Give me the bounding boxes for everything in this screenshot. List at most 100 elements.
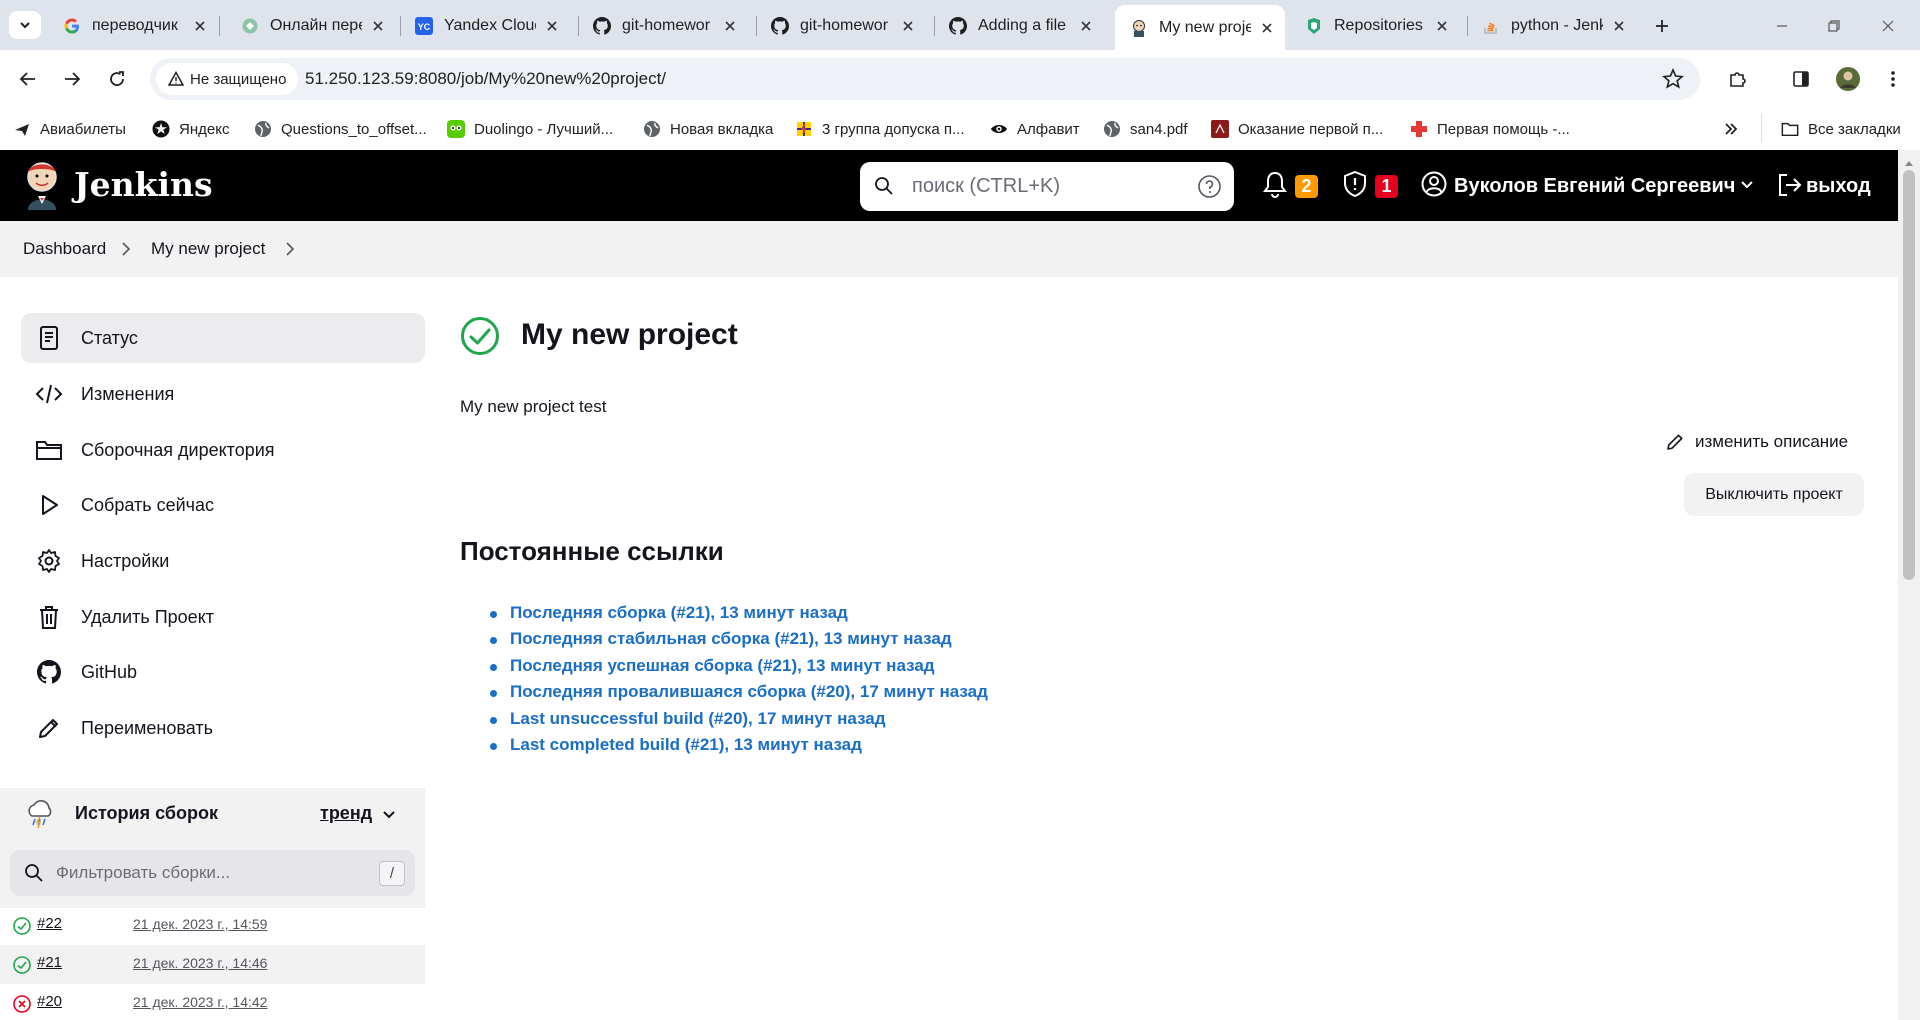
- close-icon[interactable]: [900, 18, 916, 34]
- close-icon[interactable]: [1078, 18, 1094, 34]
- breadcrumb-project[interactable]: My new project: [151, 239, 265, 259]
- sidebar-item-label: Изменения: [81, 383, 175, 404]
- notifications-badge[interactable]: 2: [1295, 175, 1318, 198]
- new-tab-button[interactable]: [1648, 12, 1676, 40]
- forward-button[interactable]: [57, 64, 87, 94]
- extensions-button[interactable]: [1722, 64, 1752, 94]
- build-number-link[interactable]: #22: [37, 915, 62, 932]
- user-name[interactable]: Вуколов Евгений Сергеевич: [1454, 175, 1735, 198]
- build-date-link[interactable]: 21 дек. 2023 г., 14:42: [133, 994, 267, 1010]
- tab-search-button[interactable]: [9, 11, 41, 39]
- more-bookmarks-button[interactable]: [1723, 116, 1739, 142]
- sidebar-item-settings[interactable]: Настройки: [21, 536, 425, 586]
- bookmark-item[interactable]: Оказание первой п...: [1211, 116, 1383, 142]
- close-icon[interactable]: [544, 18, 560, 34]
- user-icon[interactable]: [1421, 171, 1447, 202]
- back-button[interactable]: [13, 64, 43, 94]
- sidebar-item-workspace[interactable]: Сборочная директория: [21, 425, 425, 475]
- address-bar[interactable]: Не защищено 51.250.123.59:8080/job/My%20…: [150, 58, 1700, 100]
- build-date-link[interactable]: 21 дек. 2023 г., 14:59: [133, 916, 267, 932]
- build-number-link[interactable]: #20: [37, 993, 62, 1010]
- profile-button[interactable]: [1833, 64, 1863, 94]
- sidebar-item-github[interactable]: GitHub: [21, 647, 425, 697]
- sidebar-item-rename[interactable]: Переименовать: [21, 703, 425, 753]
- jenkins-title[interactable]: Jenkins: [74, 165, 213, 204]
- browser-tab[interactable]: переводчик: [48, 7, 218, 44]
- breadcrumb-dashboard[interactable]: Dashboard: [23, 239, 106, 259]
- security-indicator[interactable]: Не защищено: [156, 63, 298, 95]
- minimize-button[interactable]: [1768, 12, 1796, 40]
- url-text[interactable]: 51.250.123.59:8080/job/My%20new%20projec…: [305, 69, 666, 89]
- bookmark-item[interactable]: Duolingo - Лучший...: [447, 116, 613, 142]
- browser-tab[interactable]: git-homewor: [756, 7, 926, 44]
- bookmark-item[interactable]: Авиабилеты: [13, 116, 126, 142]
- bookmark-item[interactable]: 3 группа допуска п...: [795, 116, 965, 142]
- browser-menu-button[interactable]: [1878, 64, 1908, 94]
- permalink-last-build[interactable]: Последняя сборка (#21), 13 минут назад: [490, 603, 988, 629]
- breadcrumb: Dashboard My new project: [0, 221, 1898, 277]
- trend-link[interactable]: тренд: [320, 803, 372, 824]
- edit-description-link[interactable]: изменить описание: [1665, 432, 1848, 452]
- browser-tab[interactable]: git-homewor: [578, 7, 748, 44]
- close-window-button[interactable]: [1874, 12, 1902, 40]
- bell-icon[interactable]: [1263, 170, 1287, 203]
- scrollbar-thumb[interactable]: [1903, 170, 1915, 580]
- eye-icon: [990, 120, 1008, 138]
- sidebar-item-changes[interactable]: Изменения: [21, 369, 425, 419]
- bookmark-item[interactable]: Первая помощь -...: [1410, 116, 1570, 142]
- browser-tab[interactable]: Онлайн пере: [226, 7, 396, 44]
- search-icon: [874, 176, 894, 201]
- reload-button[interactable]: [102, 64, 132, 94]
- close-icon[interactable]: [722, 18, 738, 34]
- jenkins-logo[interactable]: [22, 160, 62, 210]
- shield-icon[interactable]: [1342, 170, 1368, 203]
- bookmark-item[interactable]: Questions_to_offset...: [254, 116, 427, 142]
- bookmark-item[interactable]: Яндекс: [152, 116, 229, 142]
- browser-tab[interactable]: YC Yandex Cloud: [400, 7, 570, 44]
- chevron-right-icon[interactable]: [284, 241, 296, 262]
- permalink-last-unsuccessful-build[interactable]: Last unsuccessful build (#20), 17 минут …: [490, 709, 988, 735]
- jenkins-icon: [1129, 18, 1149, 38]
- browser-toolbar: Не защищено 51.250.123.59:8080/job/My%20…: [0, 50, 1920, 108]
- pdf-icon: [1211, 120, 1229, 138]
- logout-icon[interactable]: [1776, 172, 1802, 203]
- sidebar-item-build-now[interactable]: Собрать сейчас: [21, 480, 425, 530]
- close-icon[interactable]: [192, 18, 208, 34]
- bookmark-item[interactable]: Новая вкладка: [643, 116, 773, 142]
- close-icon[interactable]: [1611, 18, 1627, 34]
- edit-description-label: изменить описание: [1695, 432, 1849, 451]
- build-filter-input[interactable]: Фильтровать сборки... /: [10, 850, 415, 896]
- logout-link[interactable]: выход: [1806, 175, 1871, 198]
- build-date-link[interactable]: 21 дек. 2023 г., 14:46: [133, 955, 267, 971]
- permalink-last-stable-build[interactable]: Последняя стабильная сборка (#21), 13 ми…: [490, 629, 988, 655]
- close-icon[interactable]: [1434, 18, 1450, 34]
- page-scrollbar[interactable]: [1898, 150, 1920, 1020]
- close-icon[interactable]: [1259, 20, 1275, 36]
- search-input[interactable]: поиск (CTRL+K): [860, 162, 1234, 211]
- security-badge[interactable]: 1: [1375, 175, 1398, 198]
- browser-tab-active[interactable]: My new proje: [1115, 5, 1285, 50]
- permalink-last-successful-build[interactable]: Последняя успешная сборка (#21), 13 мину…: [490, 656, 988, 682]
- sidebar-item-status[interactable]: Статус: [21, 313, 425, 363]
- build-number-link[interactable]: #21: [37, 954, 62, 971]
- bookmark-item[interactable]: san4.pdf: [1103, 116, 1188, 142]
- permalink-last-completed-build[interactable]: Last completed build (#21), 13 минут наз…: [490, 735, 988, 761]
- restore-button[interactable]: [1820, 12, 1848, 40]
- sidebar-item-delete-project[interactable]: Удалить Проект: [21, 592, 425, 642]
- bookmark-item[interactable]: Алфавит: [990, 116, 1080, 142]
- svg-text:YC: YC: [418, 22, 431, 32]
- bookmark-label: Алфавит: [1017, 120, 1080, 138]
- help-icon[interactable]: [1197, 174, 1222, 204]
- browser-tab[interactable]: Repositories: [1290, 7, 1460, 44]
- permalink-last-failed-build[interactable]: Последняя провалившаяся сборка (#20), 17…: [490, 682, 988, 708]
- close-icon[interactable]: [370, 18, 386, 34]
- side-panel-button[interactable]: [1786, 64, 1816, 94]
- browser-tab[interactable]: python - Jenk: [1467, 7, 1637, 44]
- bookmark-star-icon[interactable]: [1662, 67, 1684, 95]
- all-bookmarks-button[interactable]: Все закладки: [1781, 116, 1901, 142]
- chevron-down-icon[interactable]: [1739, 177, 1755, 198]
- disable-project-button[interactable]: Выключить проект: [1684, 473, 1864, 516]
- bookmark-label: Авиабилеты: [40, 120, 126, 138]
- chevron-down-icon[interactable]: [381, 807, 397, 828]
- browser-tab[interactable]: Adding a file: [934, 7, 1104, 44]
